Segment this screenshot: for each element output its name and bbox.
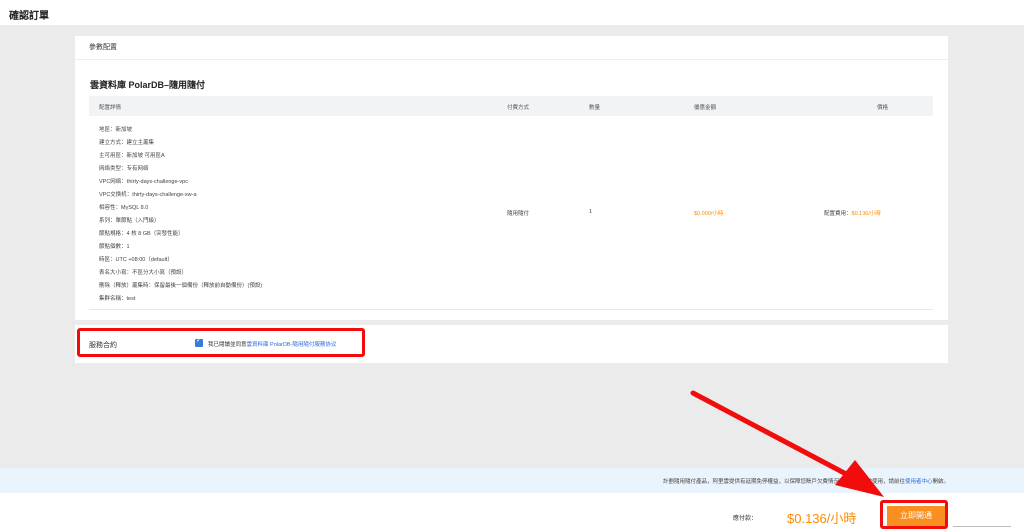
annotation-arrow-head <box>835 460 884 497</box>
annotation-arrow <box>690 390 884 497</box>
annotation-arrow-line <box>690 390 851 478</box>
